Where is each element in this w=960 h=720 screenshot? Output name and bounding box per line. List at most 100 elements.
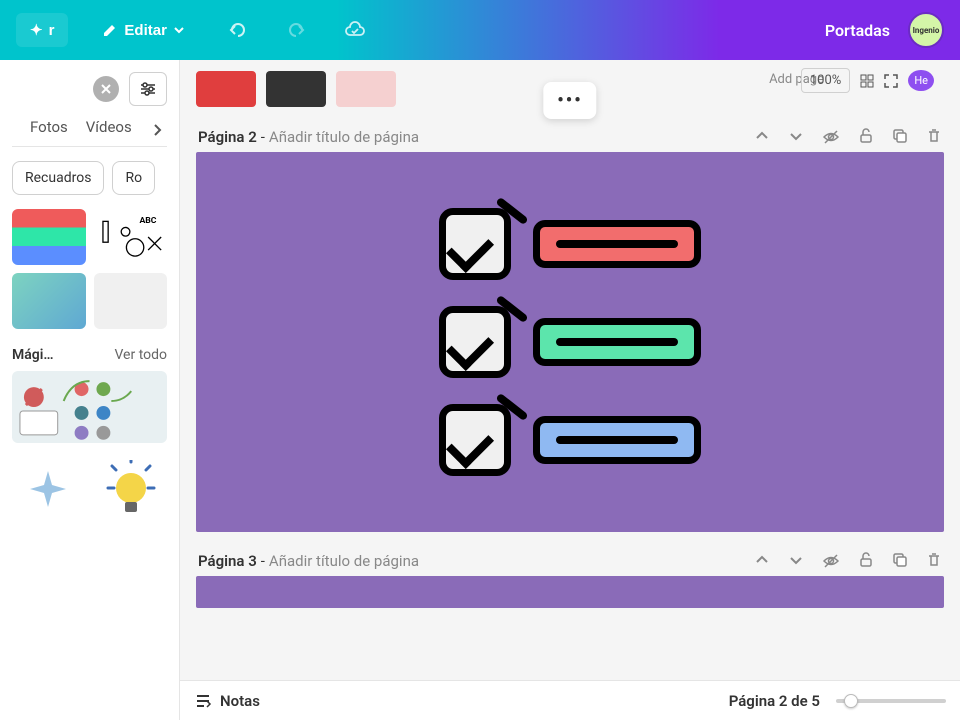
eye-off-icon bbox=[822, 552, 840, 570]
move-down-button[interactable] bbox=[788, 128, 804, 146]
canvas-area: ••• Add page 100% He Página 2 - Añadir t… bbox=[180, 60, 960, 720]
edit-button[interactable]: Editar bbox=[88, 14, 199, 47]
chevron-right-icon bbox=[150, 123, 164, 137]
page1-thumbnails bbox=[196, 71, 396, 107]
chip-ro[interactable]: Ro bbox=[112, 161, 155, 195]
page-2-sep: - bbox=[261, 128, 265, 146]
idea-thumb-star[interactable] bbox=[12, 457, 85, 521]
hide-page-button[interactable] bbox=[822, 552, 840, 570]
page1-thumb-b[interactable] bbox=[266, 71, 326, 107]
primary-action-label: r bbox=[49, 22, 55, 39]
page-indicator[interactable]: Página 2 de 5 bbox=[729, 692, 820, 710]
page-2-label: Página 2 bbox=[198, 128, 257, 146]
chip-frames[interactable]: Recuadros bbox=[12, 161, 104, 195]
page1-thumb-c[interactable] bbox=[336, 71, 396, 107]
undo-button[interactable] bbox=[219, 11, 257, 49]
redo-icon bbox=[285, 19, 307, 41]
page-2-header: Página 2 - Añadir título de página bbox=[196, 122, 944, 152]
fullscreen-icon[interactable] bbox=[884, 74, 898, 88]
filter-chips: Recuadros Ro bbox=[12, 161, 167, 195]
sidebar-tabs: Fotos Vídeos bbox=[12, 118, 167, 147]
tab-videos[interactable]: Vídeos bbox=[86, 118, 132, 142]
magic-see-all[interactable]: Ver todo bbox=[114, 347, 167, 363]
magic-icon: ✦ bbox=[30, 21, 43, 39]
results-grid: ABC bbox=[12, 209, 167, 329]
zoom-slider[interactable] bbox=[836, 699, 946, 703]
page-3-label: Página 3 bbox=[198, 552, 257, 570]
zoom-slider-thumb[interactable] bbox=[844, 694, 858, 708]
avatar-label: Ingenio bbox=[913, 26, 940, 35]
trash-icon bbox=[926, 552, 942, 568]
hide-page-button[interactable] bbox=[822, 128, 840, 146]
result-thumb-4[interactable] bbox=[94, 273, 168, 329]
idea-thumbs bbox=[12, 457, 167, 521]
cloud-sync-button[interactable] bbox=[335, 10, 375, 50]
more-options-pill[interactable]: ••• bbox=[543, 82, 596, 119]
editor-footer: Notas Página 2 de 5 bbox=[180, 680, 960, 720]
magic-thumb[interactable] bbox=[12, 371, 167, 443]
zoom-controls: 100% He bbox=[801, 68, 934, 93]
duplicate-icon bbox=[892, 128, 908, 144]
duplicate-page-button[interactable] bbox=[892, 128, 908, 146]
tabs-next-button[interactable] bbox=[150, 123, 164, 137]
page-3-actions bbox=[754, 552, 942, 570]
zoom-value[interactable]: 100% bbox=[801, 68, 850, 93]
move-down-button[interactable] bbox=[788, 552, 804, 570]
lock-page-button[interactable] bbox=[858, 552, 874, 570]
duplicate-page-button[interactable] bbox=[892, 552, 908, 570]
search-row bbox=[12, 72, 167, 106]
lock-page-button[interactable] bbox=[858, 128, 874, 146]
close-icon bbox=[100, 83, 112, 95]
checkbox-1 bbox=[439, 208, 511, 280]
eye-off-icon bbox=[822, 128, 840, 146]
checkbox-2 bbox=[439, 306, 511, 378]
page-3-hint: Añadir título de página bbox=[269, 552, 419, 570]
trash-icon bbox=[926, 128, 942, 144]
magic-label: Mági… bbox=[12, 347, 54, 363]
checklist-row-1 bbox=[439, 208, 701, 280]
page-2-canvas[interactable] bbox=[196, 152, 944, 532]
filter-button[interactable] bbox=[129, 72, 167, 106]
help-button[interactable]: He bbox=[908, 70, 934, 91]
notes-button[interactable]: Notas bbox=[194, 692, 260, 710]
page1-thumb-a[interactable] bbox=[196, 71, 256, 107]
chevron-up-icon bbox=[754, 128, 770, 144]
result-thumb-checklist[interactable] bbox=[12, 209, 86, 265]
tab-photos[interactable]: Fotos bbox=[30, 118, 68, 142]
clear-search-button[interactable] bbox=[93, 76, 119, 102]
page-3-block: Página 3 - Añadir título de página bbox=[196, 546, 944, 608]
cloud-check-icon bbox=[343, 18, 367, 42]
star-burst-icon bbox=[26, 467, 70, 511]
idea-thumb-bulb[interactable] bbox=[95, 457, 168, 521]
lightbulb-icon bbox=[106, 460, 156, 518]
delete-page-button[interactable] bbox=[926, 128, 942, 146]
edit-label: Editar bbox=[124, 22, 167, 39]
move-up-button[interactable] bbox=[754, 128, 770, 146]
sliders-icon bbox=[138, 79, 158, 99]
user-avatar[interactable]: Ingenio bbox=[908, 12, 944, 48]
undo-icon bbox=[227, 19, 249, 41]
pencil-icon bbox=[102, 22, 118, 38]
page-2-hint: Añadir título de página bbox=[269, 128, 419, 146]
page-2-block: Página 2 - Añadir título de página bbox=[196, 122, 944, 532]
page-3-canvas[interactable] bbox=[196, 576, 944, 608]
page-2-title[interactable]: Página 2 - Añadir título de página bbox=[198, 128, 419, 146]
checklist-row-3 bbox=[439, 404, 701, 476]
result-thumb-doodle[interactable]: ABC bbox=[94, 209, 168, 265]
grid-view-icon[interactable] bbox=[860, 74, 874, 88]
delete-page-button[interactable] bbox=[926, 552, 942, 570]
move-up-button[interactable] bbox=[754, 552, 770, 570]
checklist-row-2 bbox=[439, 306, 701, 378]
chevron-up-icon bbox=[754, 552, 770, 568]
lock-open-icon bbox=[858, 552, 874, 568]
document-title[interactable]: Portadas bbox=[825, 21, 890, 40]
duplicate-icon bbox=[892, 552, 908, 568]
primary-action-button[interactable]: ✦ r bbox=[16, 13, 68, 47]
checklist-graphic[interactable] bbox=[439, 208, 701, 476]
checkbox-3 bbox=[439, 404, 511, 476]
page-3-title[interactable]: Página 3 - Añadir título de página bbox=[198, 552, 419, 570]
main-layout: Fotos Vídeos Recuadros Ro ABC Mági… Ver … bbox=[0, 60, 960, 720]
result-thumb-3[interactable] bbox=[12, 273, 86, 329]
page-3-sep: - bbox=[261, 552, 265, 570]
redo-button[interactable] bbox=[277, 11, 315, 49]
